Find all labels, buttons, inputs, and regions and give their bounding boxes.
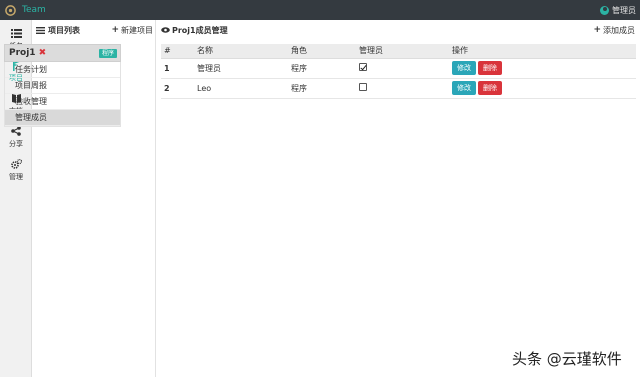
list-icon [10,28,22,39]
plus-icon: + [593,25,601,35]
user-menu[interactable]: 管理员 [600,0,636,20]
delete-button[interactable]: 删除 [478,81,502,95]
row-num: 2 [161,77,194,99]
project-list-title-text: 项目列表 [48,25,80,35]
admin-cell [356,57,449,79]
col-header-role: 角色 [288,44,356,59]
nav-label-manage: 管理 [9,172,23,181]
eye-icon [161,27,170,33]
user-label: 管理员 [612,5,636,15]
main-content: Proj1成员管理 + 添加成员 # 名称 角色 管理员 操作 1 管理员 程序 [157,20,640,377]
close-icon[interactable]: ✖ [39,48,47,58]
user-icon [600,5,609,15]
project-card-header[interactable]: Proj1 ✖ 程序 [4,44,121,62]
project-menu-item-acceptance[interactable]: 验收管理 [5,94,120,110]
member-role: 程序 [288,77,356,99]
actions-cell: 修改 删除 [449,57,636,79]
list-icon [36,26,45,34]
page-title-text: Proj1成员管理 [172,25,228,35]
nav-item-manage[interactable]: 管理 [0,155,32,185]
table-row: 2 Leo 程序 修改 删除 [161,77,636,99]
add-member-button[interactable]: + 添加成员 [593,20,635,40]
table-header-row: # 名称 角色 管理员 操作 [161,44,636,59]
member-name: 管理员 [194,57,288,79]
table-row: 1 管理员 程序 修改 删除 [161,57,636,79]
share-icon [10,126,22,137]
page-title: Proj1成员管理 [161,25,228,36]
app-logo[interactable] [4,4,16,16]
new-project-button[interactable]: + 新建项目 [111,20,153,40]
project-tag-badge: 程序 [98,49,117,58]
watermark-text: 头条 @云瑾软件 [512,350,622,368]
top-bar: Team 管理员 [0,0,640,20]
row-num: 1 [161,57,194,79]
col-header-num: # [161,44,194,59]
members-table: # 名称 角色 管理员 操作 1 管理员 程序 修改 删除 2 Leo 程序 修… [161,44,636,99]
edit-button[interactable]: 修改 [452,81,476,95]
edit-button[interactable]: 修改 [452,61,476,75]
member-name: Leo [194,77,288,99]
project-list-title: 项目列表 [36,25,80,36]
admin-cell [356,77,449,99]
project-menu: 任务计划 项目周报 验收管理 管理成员 [4,62,121,127]
project-menu-item-plan[interactable]: 任务计划 [5,62,120,78]
admin-checkbox[interactable] [359,63,367,71]
main-header: Proj1成员管理 + 添加成员 [157,20,640,40]
col-header-actions: 操作 [449,44,636,59]
project-menu-item-members[interactable]: 管理成员 [5,110,120,126]
admin-checkbox[interactable] [359,83,367,91]
app-title[interactable]: Team [22,5,46,15]
delete-button[interactable]: 删除 [478,61,502,75]
project-panel-header: 项目列表 + 新建项目 [32,20,156,40]
project-menu-item-weekly[interactable]: 项目周报 [5,78,120,94]
member-role: 程序 [288,57,356,79]
actions-cell: 修改 删除 [449,77,636,99]
add-member-label: 添加成员 [603,25,635,35]
project-name[interactable]: Proj1 [9,48,36,58]
plus-icon: + [111,25,119,35]
gears-icon [10,159,22,170]
col-header-admin: 管理员 [356,44,449,59]
new-project-label: 新建项目 [121,25,153,35]
nav-label-share: 分享 [9,139,23,148]
col-header-name: 名称 [194,44,288,59]
